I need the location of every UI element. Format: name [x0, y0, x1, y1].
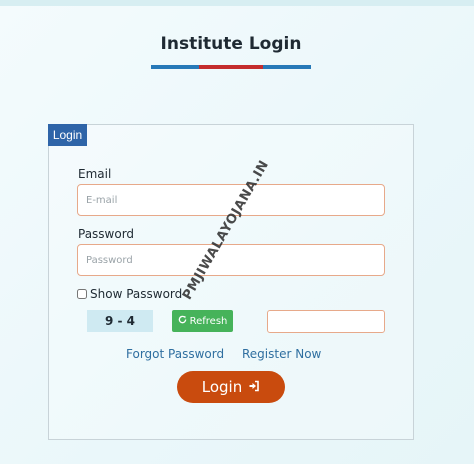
refresh-label: Refresh [189, 315, 228, 327]
password-input[interactable] [77, 244, 385, 276]
register-now-link[interactable]: Register Now [242, 347, 321, 361]
captcha-display: 9 - 4 [87, 310, 153, 332]
login-button[interactable]: Login [177, 371, 285, 403]
title-underline-blue-right [263, 65, 311, 69]
sign-in-icon [248, 378, 260, 396]
show-password-label: Show Password [90, 287, 183, 301]
captcha-input[interactable] [267, 310, 385, 333]
refresh-icon [178, 315, 187, 327]
title-underline [151, 65, 311, 69]
show-password-checkbox[interactable] [77, 289, 87, 299]
email-label: Email [78, 167, 112, 181]
page-title: Institute Login [160, 34, 302, 54]
refresh-button[interactable]: Refresh [172, 310, 233, 332]
card-legend: Login [48, 124, 87, 146]
login-button-label: Login [201, 378, 243, 396]
top-bar [0, 0, 474, 6]
show-password-toggle[interactable]: Show Password [77, 287, 182, 301]
password-label: Password [78, 227, 135, 241]
title-underline-red [199, 65, 263, 69]
forgot-password-link[interactable]: Forgot Password [126, 347, 224, 361]
title-underline-blue-left [151, 65, 199, 69]
